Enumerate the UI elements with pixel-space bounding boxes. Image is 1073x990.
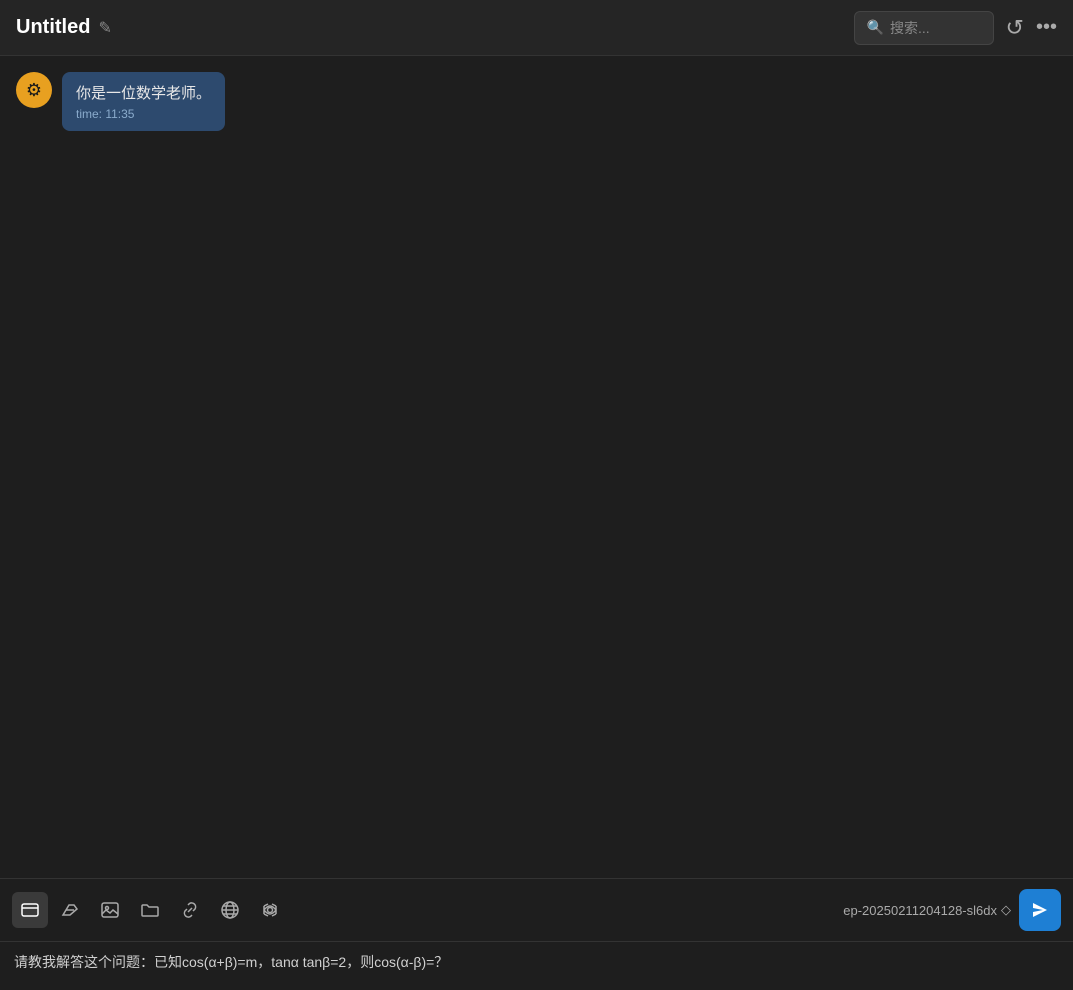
toolbar-icons-row: ep-20250211204128-sl6dx ◇ [0,879,1073,942]
send-button[interactable] [1019,889,1061,931]
app-header: Untitled ✎ 🔍 搜索... ↺ ••• [0,0,1073,56]
input-area[interactable]: 请教我解答这个问题：已知cos(α+β)=m，tanα tanβ=2，则cos(… [0,942,1073,990]
message-text: 你是一位数学老师。 [76,82,211,103]
main-content: ⚙ 你是一位数学老师。 time: 11:35 [0,56,1073,878]
bottom-bar: ep-20250211204128-sl6dx ◇ 请教我解答这个问题：已知co… [0,878,1073,990]
globe-icon-button[interactable] [212,892,248,928]
edit-title-icon[interactable]: ✎ [98,18,111,38]
more-options-icon[interactable]: ••• [1036,16,1057,39]
header-left: Untitled ✎ [16,16,112,39]
search-box[interactable]: 🔍 搜索... [854,11,994,45]
model-name: ep-20250211204128-sl6dx [843,903,997,918]
history-icon[interactable]: ↺ [1006,15,1024,41]
model-selector[interactable]: ep-20250211204128-sl6dx ◇ [843,902,1011,918]
avatar-icon: ⚙ [26,80,42,101]
header-right: 🔍 搜索... ↺ ••• [854,11,1057,45]
message-time: time: 11:35 [76,107,211,121]
link-icon-button[interactable] [172,892,208,928]
folder-icon-button[interactable] [132,892,168,928]
page-title: Untitled [16,16,90,39]
message-bubble: 你是一位数学老师。 time: 11:35 [62,72,225,131]
model-chevron-icon: ◇ [1001,902,1011,918]
message-input[interactable]: 请教我解答这个问题：已知cos(α+β)=m，tanα tanβ=2，则cos(… [14,952,1059,976]
message-row: ⚙ 你是一位数学老师。 time: 11:35 [16,72,1057,131]
search-icon: 🔍 [867,19,884,36]
toolbar-right: ep-20250211204128-sl6dx ◇ [843,889,1061,931]
image-icon-button[interactable] [92,892,128,928]
erase-icon-button[interactable] [52,892,88,928]
message-icon-button[interactable] [12,892,48,928]
settings-icon-button[interactable] [252,892,288,928]
search-placeholder-text: 搜索... [890,18,930,38]
avatar: ⚙ [16,72,52,108]
